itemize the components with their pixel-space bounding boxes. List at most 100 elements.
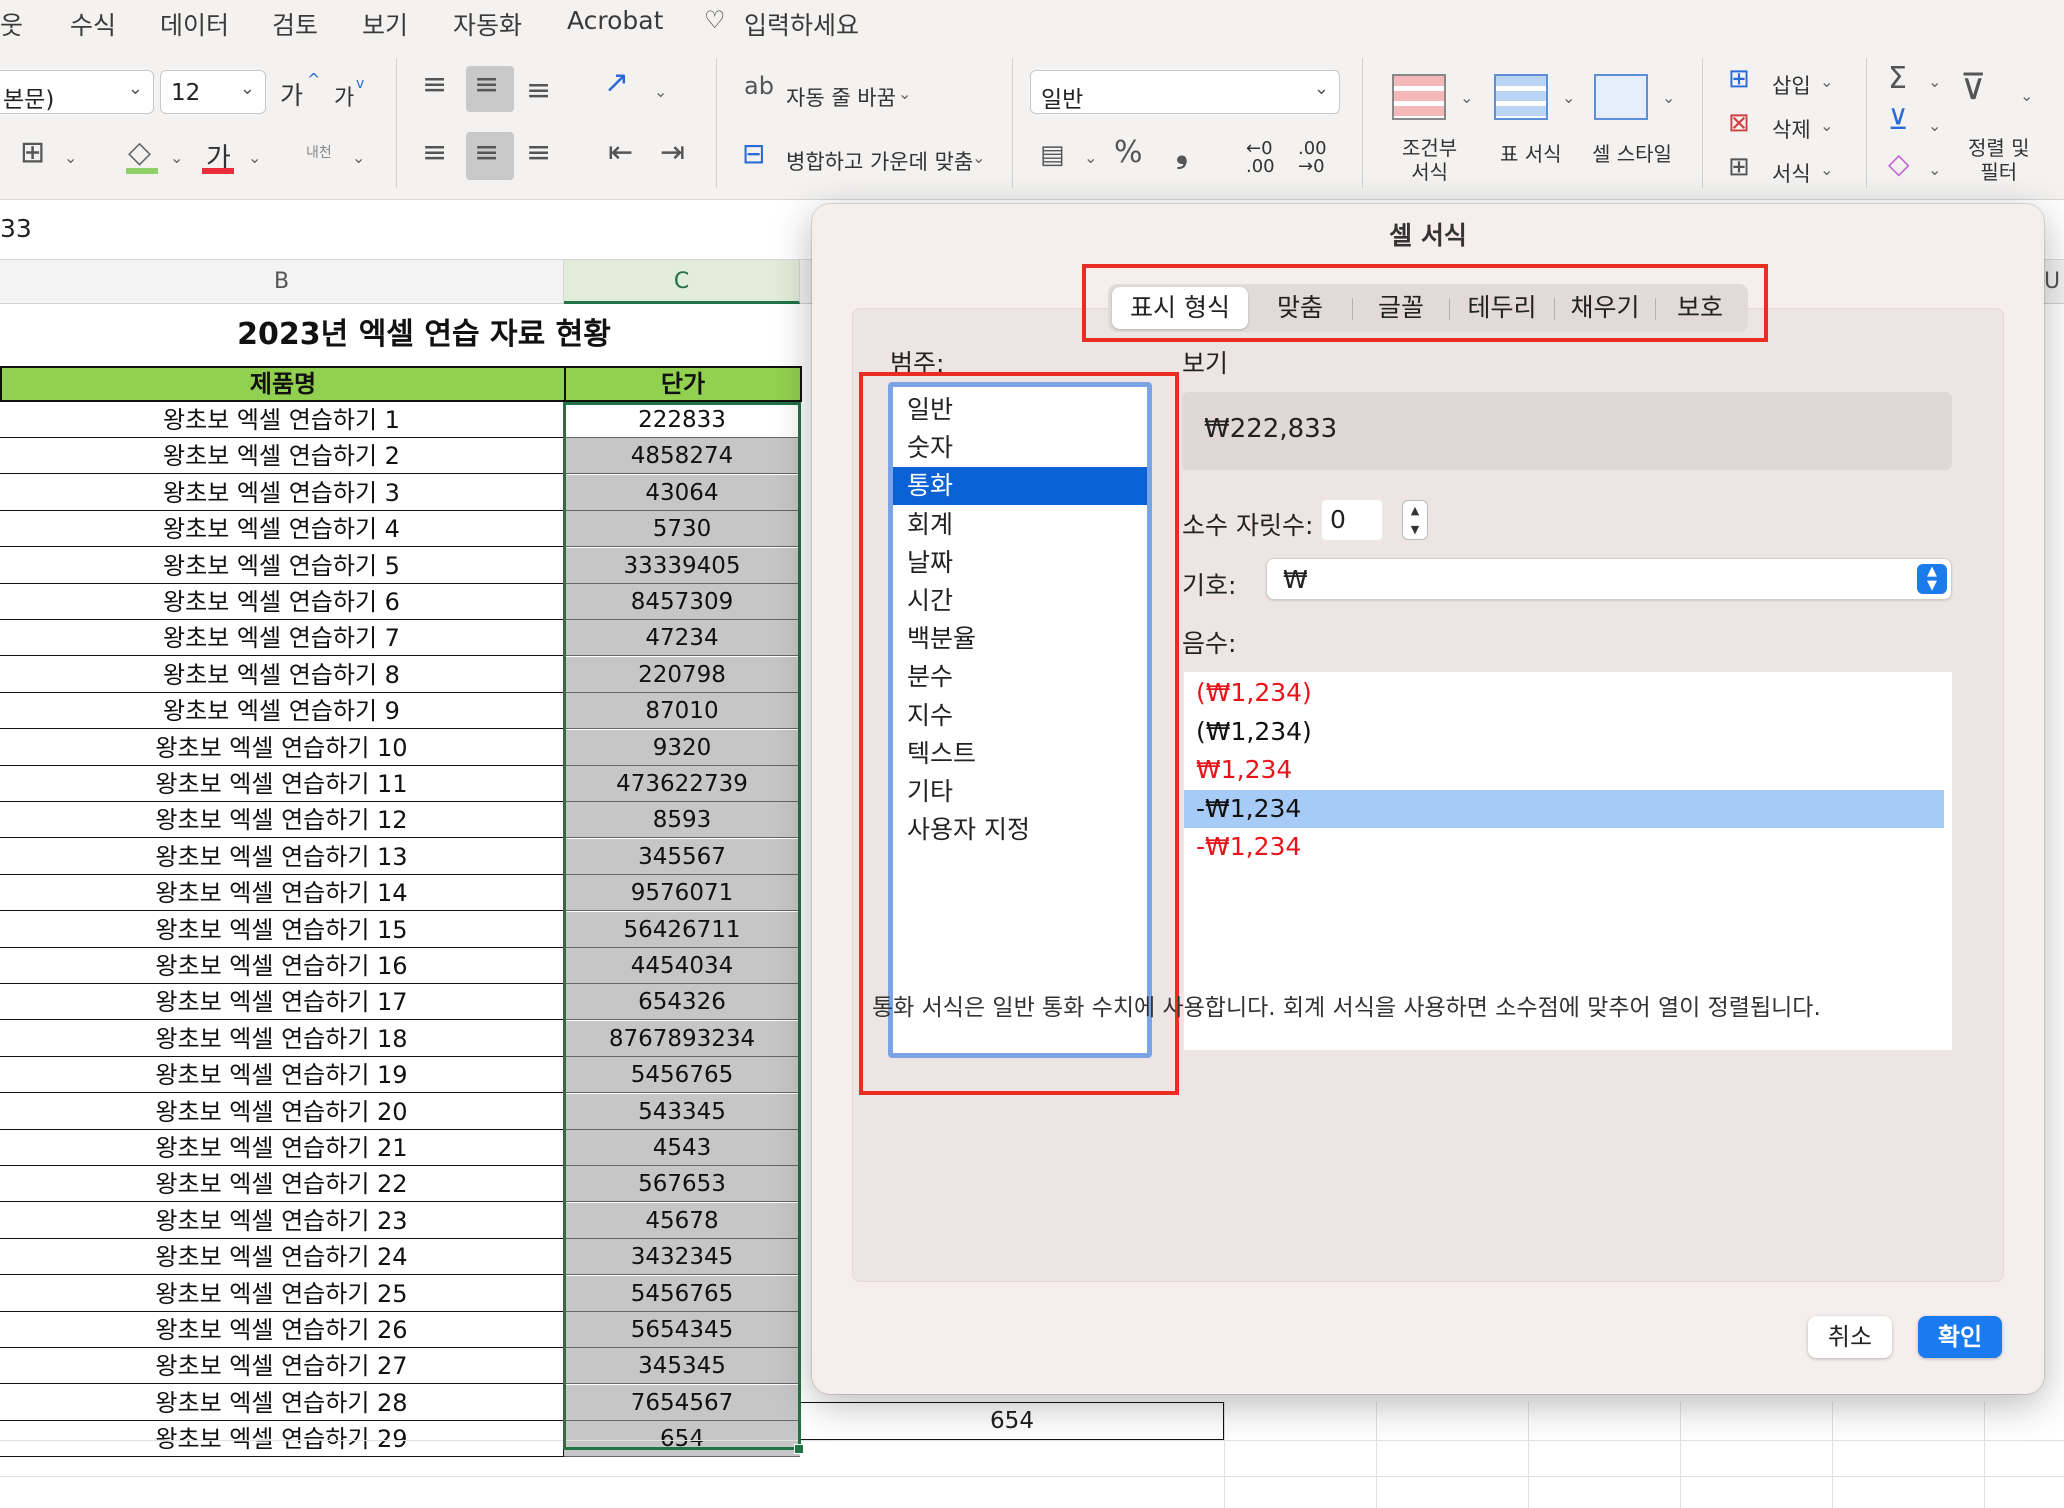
cell-product-name[interactable]: 왕초보 엑셀 연습하기 15: [0, 911, 564, 948]
sort-filter-icon[interactable]: ⊽: [1960, 70, 1986, 106]
chevron-down-icon[interactable]: ⌄: [1928, 72, 1941, 91]
align-top-icon[interactable]: ≡: [422, 70, 447, 100]
cell-product-name[interactable]: 왕초보 엑셀 연습하기 2: [0, 438, 564, 475]
cell-product-name[interactable]: 왕초보 엑셀 연습하기 27: [0, 1348, 564, 1385]
cell-product-name[interactable]: 왕초보 엑셀 연습하기 28: [0, 1384, 564, 1421]
cell-price[interactable]: 9320: [564, 729, 800, 766]
cell-product-name[interactable]: 왕초보 엑셀 연습하기 17: [0, 984, 564, 1021]
cell-product-name[interactable]: 왕초보 엑셀 연습하기 10: [0, 729, 564, 766]
table-format-button[interactable]: 표 서식: [1500, 138, 1562, 167]
tab-protection[interactable]: 보호: [1656, 284, 1744, 332]
decimal-places-input[interactable]: 0: [1322, 500, 1382, 540]
cell-price[interactable]: 5456765: [564, 1275, 800, 1312]
negative-format-option[interactable]: -₩1,234: [1184, 828, 1944, 866]
insert-button[interactable]: 삽입: [1772, 70, 1811, 100]
category-item[interactable]: 백분율: [893, 620, 1147, 658]
tab-alignment[interactable]: 맞춤: [1248, 284, 1352, 332]
comma-style-icon[interactable]: ❟: [1176, 138, 1188, 168]
menu-layout[interactable]: 웃: [0, 6, 23, 42]
menu-acrobat[interactable]: Acrobat: [567, 6, 663, 35]
format-cells-icon[interactable]: ⊞: [1728, 154, 1750, 180]
ok-button[interactable]: 확인: [1918, 1316, 2002, 1358]
chevron-down-icon[interactable]: ⌄: [352, 148, 365, 167]
cell-product-name[interactable]: 왕초보 엑셀 연습하기 11: [0, 766, 564, 802]
cell-product-name[interactable]: 왕초보 엑셀 연습하기 3: [0, 474, 564, 511]
category-item[interactable]: 분수: [893, 658, 1147, 696]
cell-product-name[interactable]: 왕초보 엑셀 연습하기 26: [0, 1312, 564, 1348]
cell-price[interactable]: 543345: [564, 1093, 800, 1130]
cell-price[interactable]: 345567: [564, 838, 800, 875]
delete-cells-icon[interactable]: ⊠: [1728, 110, 1750, 136]
chevron-down-icon[interactable]: ⌄: [898, 84, 911, 103]
chevron-down-icon[interactable]: ⌄: [1928, 160, 1941, 179]
cell-product-name[interactable]: 왕초보 엑셀 연습하기 21: [0, 1130, 564, 1166]
cell-product-name[interactable]: 왕초보 엑셀 연습하기 18: [0, 1020, 564, 1057]
cell-product-name[interactable]: 왕초보 엑셀 연습하기 14: [0, 875, 564, 912]
menu-review[interactable]: 검토: [272, 6, 318, 42]
cell-product-name[interactable]: 왕초보 엑셀 연습하기 13: [0, 838, 564, 875]
category-item[interactable]: 기타: [893, 773, 1147, 811]
chevron-down-icon[interactable]: ⌄: [1820, 160, 1833, 179]
cell-product-name[interactable]: 왕초보 엑셀 연습하기 22: [0, 1166, 564, 1203]
chevron-down-icon[interactable]: ⌄: [248, 148, 261, 167]
increase-decimal-icon[interactable]: ←0.00: [1246, 140, 1275, 176]
chevron-down-icon[interactable]: ⌄: [972, 148, 985, 167]
cell-price[interactable]: 8767893234: [564, 1020, 800, 1057]
borders-icon[interactable]: ⊞: [20, 138, 45, 168]
shrink-font-button[interactable]: 가: [334, 80, 354, 112]
column-header-c[interactable]: C: [564, 260, 800, 304]
chevron-down-icon[interactable]: ⌄: [1562, 88, 1575, 107]
autosum-icon[interactable]: Σ: [1888, 64, 1907, 94]
category-item[interactable]: 일반: [893, 391, 1147, 429]
tab-border[interactable]: 테두리: [1450, 284, 1554, 332]
header-cell-price[interactable]: 단가: [564, 366, 802, 402]
cell-price[interactable]: 7654567: [564, 1384, 800, 1421]
cell-product-name[interactable]: 왕초보 엑셀 연습하기 9: [0, 693, 564, 730]
currency-format-icon[interactable]: ▤: [1040, 142, 1065, 168]
cell-product-name[interactable]: 왕초보 엑셀 연습하기 4: [0, 511, 564, 548]
cell-price[interactable]: 56426711: [564, 911, 800, 948]
tab-font[interactable]: 글꼴: [1353, 284, 1449, 332]
cell-price[interactable]: 43064: [564, 474, 800, 511]
cell-price[interactable]: 345345: [564, 1348, 800, 1385]
header-cell-product[interactable]: 제품명: [0, 366, 566, 402]
orientation-button[interactable]: 내천: [306, 142, 332, 162]
cell-price[interactable]: 4543: [564, 1130, 800, 1166]
category-item[interactable]: 회계: [893, 506, 1147, 544]
sort-filter-button[interactable]: 정렬 및 필터: [1968, 136, 2030, 184]
cell-product-name[interactable]: 왕초보 엑셀 연습하기 25: [0, 1275, 564, 1312]
cell-price[interactable]: 33339405: [564, 547, 800, 584]
cell-product-name[interactable]: 왕초보 엑셀 연습하기 19: [0, 1057, 564, 1094]
cell-price[interactable]: 45678: [564, 1202, 800, 1239]
chevron-down-icon[interactable]: ⌄: [1662, 88, 1675, 107]
cell-d29[interactable]: 654: [800, 1402, 1224, 1440]
category-item[interactable]: 통화: [893, 467, 1147, 506]
cell-price[interactable]: 9576071: [564, 875, 800, 912]
cell-price[interactable]: 5456765: [564, 1057, 800, 1094]
conditional-format-icon[interactable]: [1392, 74, 1446, 120]
cell-price[interactable]: 87010: [564, 693, 800, 730]
cell-product-name[interactable]: 왕초보 엑셀 연습하기 8: [0, 656, 564, 693]
cell-product-name[interactable]: 왕초보 엑셀 연습하기 7: [0, 620, 564, 657]
chevron-down-icon[interactable]: ⌄: [1820, 72, 1833, 91]
chevron-down-icon[interactable]: ⌄: [2020, 86, 2033, 105]
category-list[interactable]: 일반 숫자 통화 회계 날짜 시간 백분율 분수 지수 텍스트 기타 사용자 지정: [888, 382, 1152, 1058]
font-name-select[interactable]: 본문) ⌄: [0, 70, 154, 114]
table-format-icon[interactable]: [1494, 74, 1548, 120]
wrap-text-button[interactable]: 자동 줄 바꿈: [786, 82, 896, 112]
chevron-down-icon[interactable]: ⌄: [654, 82, 667, 101]
sheet-title[interactable]: 2023년 엑셀 연습 자료 현황: [0, 308, 848, 362]
decrease-decimal-icon[interactable]: .00 →0: [1298, 140, 1327, 176]
fill-color-icon[interactable]: ◇: [128, 138, 151, 168]
percent-icon[interactable]: %: [1114, 138, 1143, 168]
cell-price[interactable]: 222833: [564, 402, 800, 438]
align-middle-icon[interactable]: ≡: [474, 70, 499, 100]
cell-price[interactable]: 8593: [564, 802, 800, 839]
cell-price[interactable]: 8457309: [564, 584, 800, 620]
stepper-down-icon[interactable]: ▼: [1403, 520, 1427, 539]
cell-price[interactable]: 473622739: [564, 766, 800, 802]
cell-product-name[interactable]: 왕초보 엑셀 연습하기 5: [0, 547, 564, 584]
font-size-select[interactable]: 12 ⌄: [160, 70, 266, 114]
menu-formulas[interactable]: 수식: [70, 6, 116, 42]
fill-down-icon[interactable]: ⊻: [1888, 106, 1909, 134]
